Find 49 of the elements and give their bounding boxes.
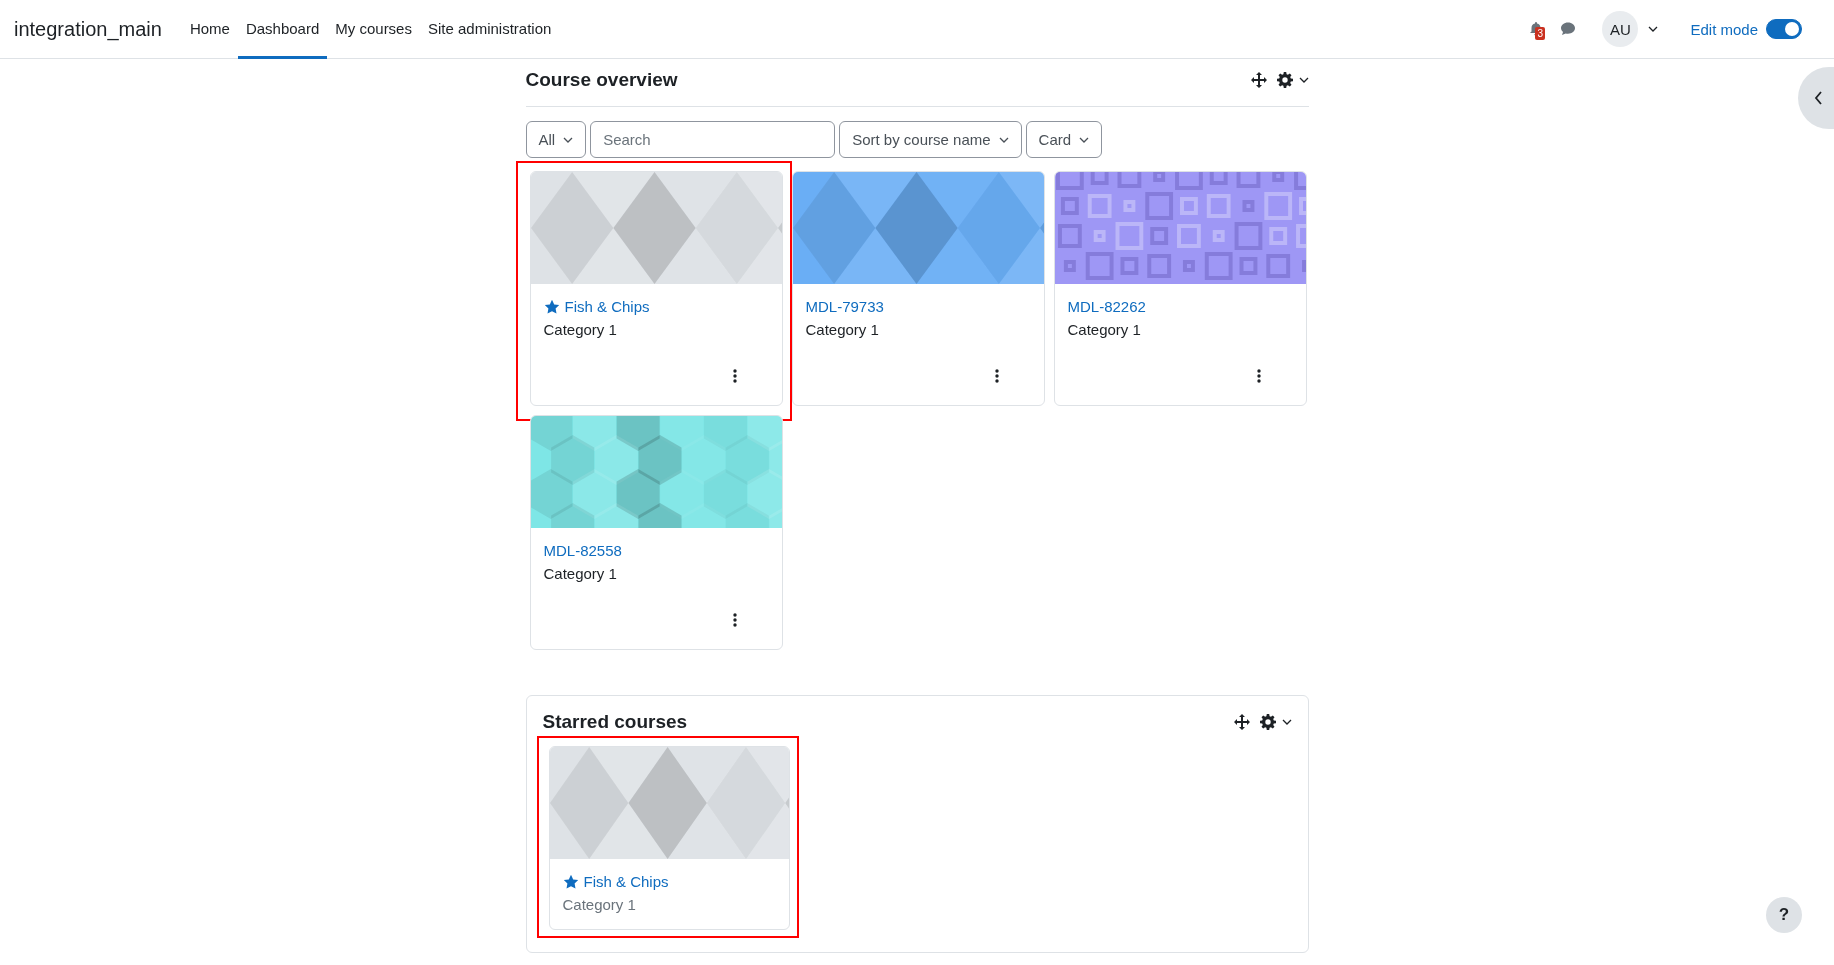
course-category: Category 1 <box>1067 321 1141 338</box>
caret-icon <box>1298 77 1309 83</box>
course-category: Category 1 <box>562 896 636 913</box>
caret-icon <box>1281 719 1292 725</box>
settings-icon <box>1276 72 1293 88</box>
block-settings-button[interactable] <box>1276 72 1309 88</box>
grouping-dropdown[interactable]: All <box>525 121 587 158</box>
course-link[interactable]: MDL-79733 <box>805 298 884 315</box>
nav-tab[interactable]: Site administration <box>419 0 560 59</box>
notifications-button[interactable]: 3 <box>1524 17 1549 41</box>
nav-tab[interactable]: My courses <box>327 0 420 59</box>
course-link[interactable]: Fish & Chips <box>543 298 650 315</box>
course-category: Category 1 <box>543 565 617 582</box>
sort-dropdown[interactable]: Sort by course name <box>839 121 1022 158</box>
edit-mode-switch[interactable] <box>1766 19 1802 39</box>
course-link[interactable]: Fish & Chips <box>562 873 669 890</box>
block-title: Course overview <box>525 69 678 91</box>
settings-icon <box>1259 714 1276 730</box>
kebab-icon <box>1256 369 1261 383</box>
view-dropdown[interactable]: Card <box>1025 121 1103 158</box>
site-name: integration_main <box>14 16 162 43</box>
course-link[interactable]: MDL-82558 <box>543 542 622 559</box>
search-field[interactable]: Search <box>590 121 836 158</box>
speech-bubble-icon <box>1560 21 1577 37</box>
move-button[interactable] <box>1233 714 1250 730</box>
kebab-icon <box>732 613 737 627</box>
move-icon <box>1233 714 1250 730</box>
user-menu-button[interactable]: AU <box>1602 11 1659 47</box>
caret-icon <box>1648 26 1659 32</box>
user-avatar: AU <box>1602 11 1639 47</box>
chevron-left-icon <box>1813 91 1823 105</box>
kebab-icon <box>994 369 999 383</box>
move-icon <box>1250 72 1267 88</box>
caret-icon <box>563 136 574 143</box>
course-category: Category 1 <box>543 321 617 338</box>
move-button[interactable] <box>1250 72 1267 88</box>
course-category: Category 1 <box>805 321 879 338</box>
nav-tab[interactable]: Home <box>181 0 238 59</box>
course-link[interactable]: MDL-82262 <box>1067 298 1146 315</box>
nav-tab[interactable]: Dashboard <box>237 0 328 59</box>
edit-mode-label: Edit mode <box>1690 20 1758 38</box>
block-title: Starred courses <box>542 711 688 733</box>
drawer-toggle-button[interactable] <box>1798 67 1834 129</box>
notification-badge: 3 <box>1535 27 1545 40</box>
help-button[interactable]: ? <box>1766 897 1802 933</box>
caret-icon <box>1079 136 1090 143</box>
kebab-icon <box>732 369 737 383</box>
block-settings-button[interactable] <box>1259 714 1292 730</box>
caret-icon <box>998 136 1009 143</box>
